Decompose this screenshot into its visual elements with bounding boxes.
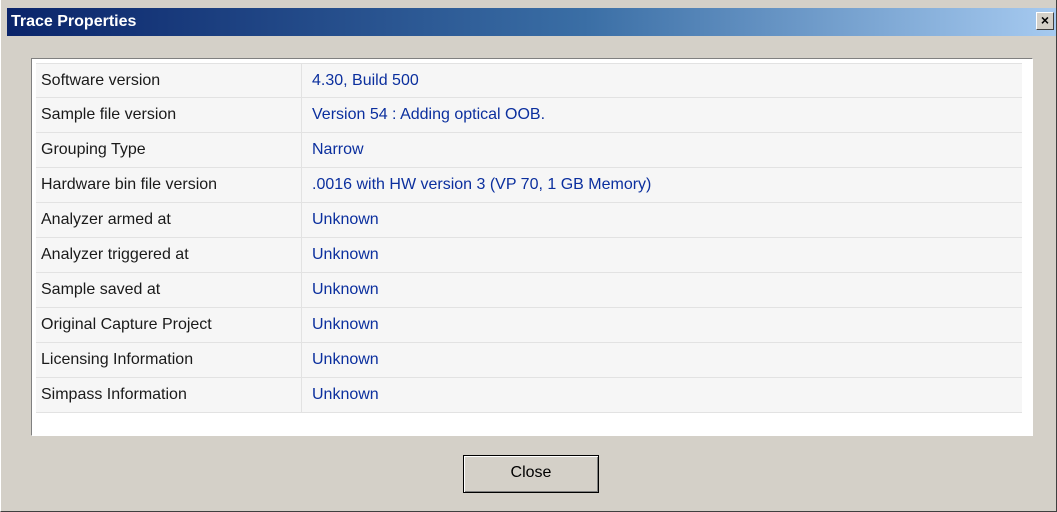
property-value: 4.30, Build 500 xyxy=(312,72,419,89)
property-row: Grouping Type Narrow xyxy=(36,133,1022,168)
property-row: Analyzer armed at Unknown xyxy=(36,203,1022,238)
property-value: .0016 with HW version 3 (VP 70, 1 GB Mem… xyxy=(312,176,652,193)
property-name: Analyzer triggered at xyxy=(36,238,302,272)
trace-properties-dialog: Trace Properties × Software version 4.30… xyxy=(0,0,1057,512)
property-name: Analyzer armed at xyxy=(36,203,302,237)
property-row: Sample saved at Unknown xyxy=(36,273,1022,308)
window-title: Trace Properties xyxy=(11,13,137,30)
property-name: Original Capture Project xyxy=(36,308,302,342)
property-value: Unknown xyxy=(312,246,379,263)
property-row: Sample file version Version 54 : Adding … xyxy=(36,98,1022,133)
property-name: Licensing Information xyxy=(36,343,302,377)
property-value: Unknown xyxy=(312,351,379,368)
properties-table[interactable]: Software version 4.30, Build 500 Sample … xyxy=(31,58,1033,436)
property-row: Software version 4.30, Build 500 xyxy=(36,63,1022,98)
property-name: Sample saved at xyxy=(36,273,302,307)
property-row: Simpass Information Unknown xyxy=(36,378,1022,413)
property-value: Version 54 : Adding optical OOB. xyxy=(312,106,546,123)
property-name: Hardware bin file version xyxy=(36,168,302,202)
property-name: Grouping Type xyxy=(36,133,302,167)
property-value: Unknown xyxy=(312,386,379,403)
property-row: Licensing Information Unknown xyxy=(36,343,1022,378)
property-value: Unknown xyxy=(312,211,379,228)
close-window-icon[interactable]: × xyxy=(1036,12,1054,30)
property-row: Original Capture Project Unknown xyxy=(36,308,1022,343)
property-name: Sample file version xyxy=(36,98,302,132)
property-value: Narrow xyxy=(312,141,364,158)
title-bar[interactable]: Trace Properties × xyxy=(7,8,1056,36)
property-value: Unknown xyxy=(312,316,379,333)
property-name: Simpass Information xyxy=(36,378,302,412)
property-value: Unknown xyxy=(312,281,379,298)
property-name: Software version xyxy=(36,64,302,98)
property-row: Analyzer triggered at Unknown xyxy=(36,238,1022,273)
property-row: Hardware bin file version .0016 with HW … xyxy=(36,168,1022,203)
close-button[interactable]: Close xyxy=(463,455,599,493)
